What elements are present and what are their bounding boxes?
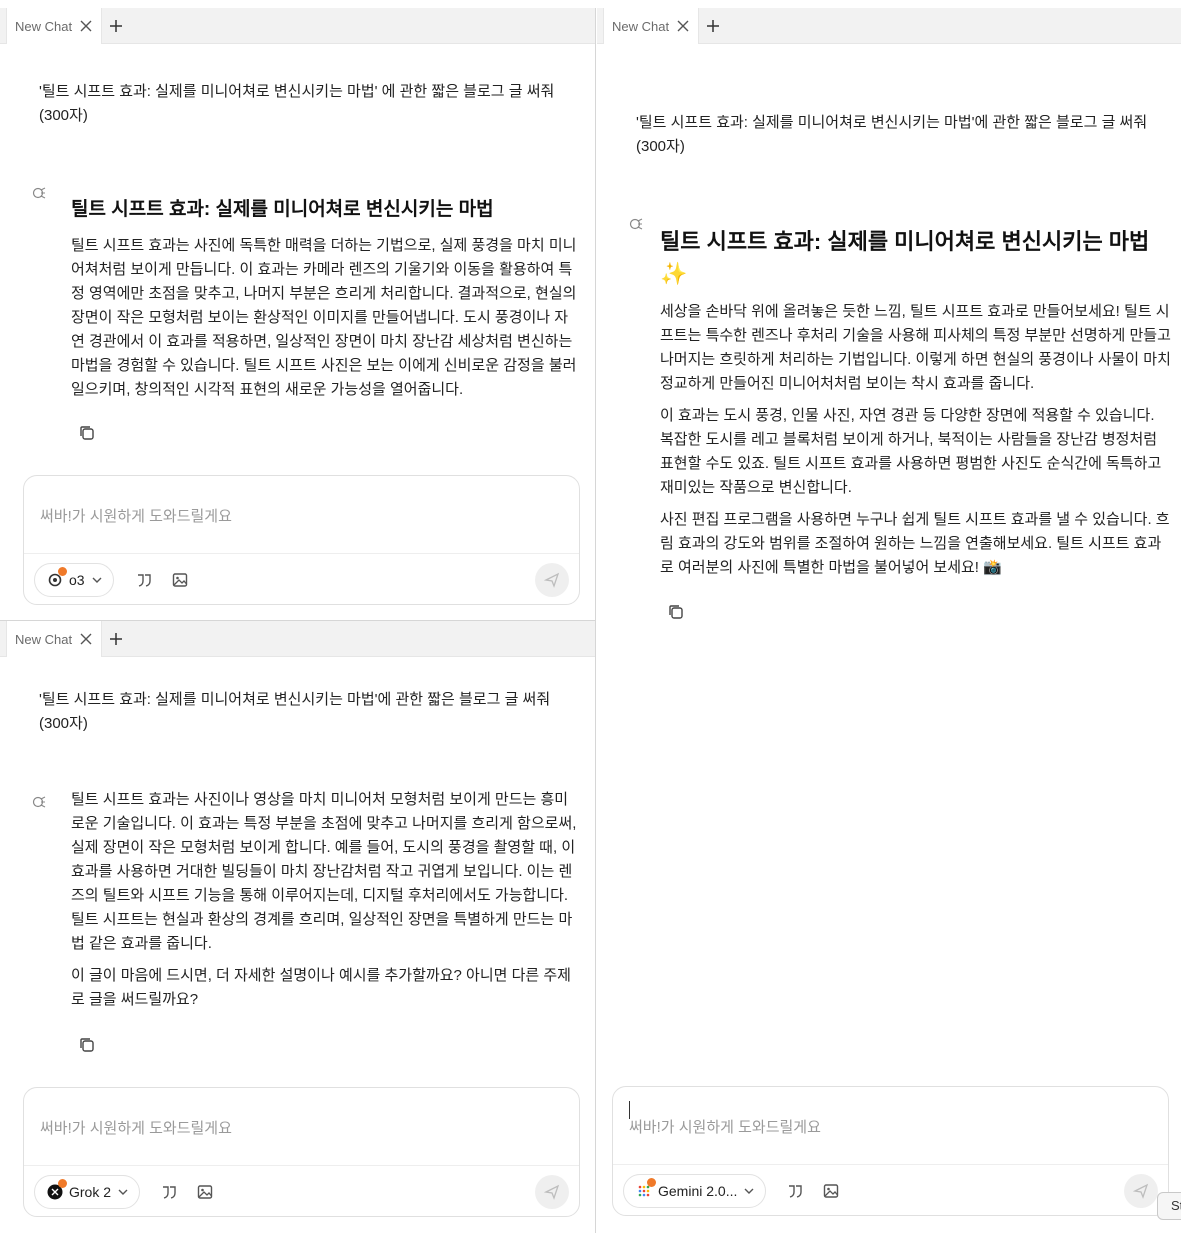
quote-icon[interactable] xyxy=(135,571,153,589)
quote-icon[interactable] xyxy=(786,1182,804,1200)
model-name: Grok 2 xyxy=(69,1184,112,1200)
message-composer: o3 xyxy=(23,475,580,605)
send-button[interactable] xyxy=(1124,1174,1158,1208)
bot-paragraph: 이 글이 마음에 드시면, 더 자세한 설명이나 예시를 추가할까요? 아니면 … xyxy=(71,967,571,1008)
model-name: o3 xyxy=(69,572,85,588)
model-badge xyxy=(647,1178,656,1187)
close-icon[interactable] xyxy=(79,19,93,33)
send-button[interactable] xyxy=(535,563,569,597)
tab-bar: New Chat xyxy=(0,8,595,44)
bot-paragraph: 사진 편집 프로그램을 사용하면 누구나 쉽게 틸트 시프트 효과를 낼 수 있… xyxy=(660,511,1170,576)
send-icon xyxy=(544,1184,560,1200)
bot-message: 틸트 시프트 효과는 사진이나 영상을 마치 미니어처 모형처럼 보이게 만드는… xyxy=(71,788,577,1020)
close-icon[interactable] xyxy=(79,632,93,646)
plus-icon[interactable] xyxy=(705,18,721,34)
tab-new-chat[interactable]: New Chat xyxy=(603,8,699,44)
message-composer: Grok 2 xyxy=(23,1087,580,1217)
xai-logo-icon xyxy=(47,1179,67,1200)
copy-icon[interactable] xyxy=(78,1036,96,1054)
chat-pane-top-left: New Chat '틸트 시프트 효과: 실제를 미니어쳐로 변신시키는 마법'… xyxy=(0,8,596,620)
model-selector[interactable]: Grok 2 xyxy=(34,1175,141,1209)
bot-paragraph: 세상을 손바닥 위에 올려놓은 듯한 느낌, 틸트 시프트 효과로 만들어보세요… xyxy=(660,303,1171,392)
tab-new-chat[interactable]: New Chat xyxy=(6,621,102,657)
plus-icon[interactable] xyxy=(108,18,124,34)
bot-message-title: 틸트 시프트 효과: 실제를 미니어쳐로 변신시키는 마법 ✨ xyxy=(660,229,1150,286)
bot-message: 틸트 시프트 효과: 실제를 미니어쳐로 변신시키는 마법 ✨ 세상을 손바닥 … xyxy=(660,226,1171,588)
chevron-down-icon xyxy=(92,577,102,583)
tab-bar: New Chat xyxy=(597,8,1181,44)
chat-pane-bottom-left: New Chat '틸트 시프트 효과: 실제를 미니어쳐로 변신시키는 마법'… xyxy=(0,620,596,1233)
chevron-down-icon xyxy=(118,1189,128,1195)
composer-divider xyxy=(24,553,579,554)
bot-paragraph: 틸트 시프트 효과는 사진이나 영상을 마치 미니어처 모형처럼 보이게 만드는… xyxy=(71,791,577,952)
plus-icon[interactable] xyxy=(108,631,124,647)
tab-title: New Chat xyxy=(15,631,73,647)
image-icon[interactable] xyxy=(822,1182,840,1200)
user-message: '틸트 시프트 효과: 실제를 미니어쳐로 변신시키는 마법'에 관한 짧은 블… xyxy=(39,691,551,732)
message-input[interactable] xyxy=(629,1097,1152,1157)
image-icon[interactable] xyxy=(171,571,189,589)
model-badge xyxy=(58,1179,67,1188)
copy-icon[interactable] xyxy=(667,603,685,621)
message-input[interactable] xyxy=(40,486,563,546)
image-icon[interactable] xyxy=(196,1183,214,1201)
composer-divider xyxy=(613,1164,1168,1165)
floating-action-button[interactable]: St xyxy=(1157,1192,1181,1220)
send-button[interactable] xyxy=(535,1175,569,1209)
model-badge xyxy=(58,567,67,576)
user-message: '틸트 시프트 효과: 실제를 미니어쳐로 변신시키는 마법'에 관한 짧은 블… xyxy=(636,114,1148,155)
tab-bar: New Chat xyxy=(0,621,595,657)
send-icon xyxy=(1133,1183,1149,1199)
bot-avatar-icon xyxy=(32,187,46,199)
bot-paragraph: 틸트 시프트 효과는 사진에 독특한 매력을 더하는 기법으로, 실제 풍경을 … xyxy=(71,237,577,398)
bot-avatar-icon xyxy=(629,218,643,230)
message-composer: Gemini 2.0... xyxy=(612,1086,1169,1216)
chevron-down-icon xyxy=(744,1188,754,1194)
user-message: '틸트 시프트 효과: 실제를 미니어쳐로 변신시키는 마법' 에 관한 짧은 … xyxy=(39,83,555,124)
tab-title: New Chat xyxy=(612,18,670,34)
send-icon xyxy=(544,572,560,588)
message-input[interactable] xyxy=(40,1098,563,1158)
bot-paragraph: 이 효과는 도시 풍경, 인물 사진, 자연 경관 등 다양한 장면에 적용할 … xyxy=(660,407,1162,496)
model-selector[interactable]: Gemini 2.0... xyxy=(623,1174,767,1208)
bot-avatar-icon xyxy=(32,796,46,808)
gemini-logo-icon xyxy=(636,1178,656,1199)
copy-icon[interactable] xyxy=(78,424,96,442)
bot-message-title: 틸트 시프트 효과: 실제를 미니어쳐로 변신시키는 마법 xyxy=(71,199,494,220)
quote-icon[interactable] xyxy=(160,1183,178,1201)
tab-new-chat[interactable]: New Chat xyxy=(6,8,102,44)
chat-pane-right: New Chat '틸트 시프트 효과: 실제를 미니어쳐로 변신시키는 마법'… xyxy=(597,8,1181,1233)
tab-title: New Chat xyxy=(15,18,73,34)
close-icon[interactable] xyxy=(676,19,690,33)
composer-divider xyxy=(24,1165,579,1166)
model-name: Gemini 2.0... xyxy=(658,1183,738,1199)
model-selector[interactable]: o3 xyxy=(34,563,114,597)
openai-logo-icon xyxy=(47,567,67,588)
bot-message: 틸트 시프트 효과: 실제를 미니어쳐로 변신시키는 마법 틸트 시프트 효과는… xyxy=(71,196,577,410)
